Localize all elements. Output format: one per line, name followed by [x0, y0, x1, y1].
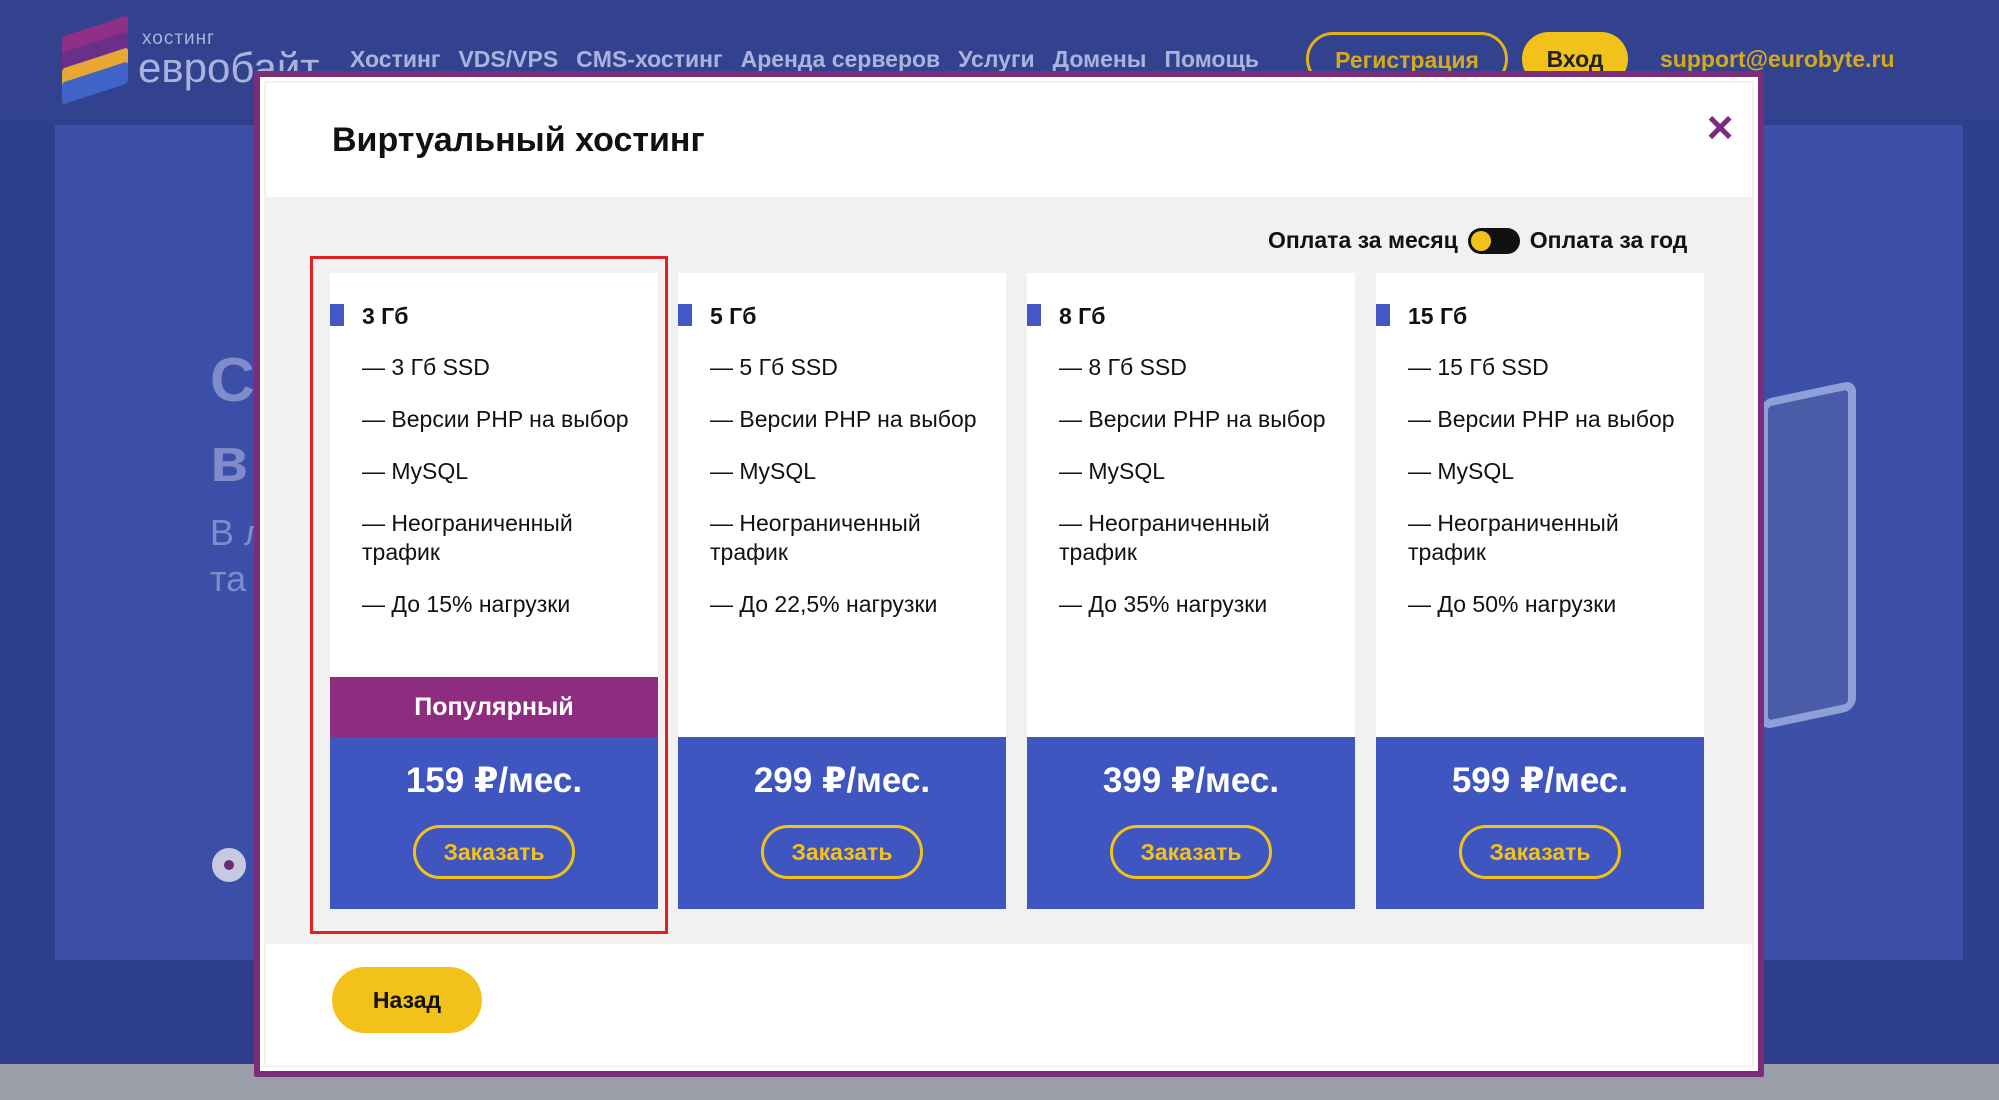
plan-marker-icon [678, 304, 692, 326]
plan-card: 5 Гб — 5 Гб SSD — Версии PHP на выбор — MyS… [678, 273, 1006, 909]
nav-item[interactable]: Помощь [1164, 46, 1259, 73]
plan-feature: — 8 Гб SSD [1059, 354, 1187, 380]
plan-price-block: 159 ₽/мес. Заказать [330, 737, 658, 909]
plan-price: 599 ₽/мес. [1451, 761, 1629, 800]
close-icon[interactable]: × [1700, 104, 1740, 150]
billing-period-switch: Оплата за месяц Оплата за год [1268, 227, 1687, 254]
plan-feature: — Версии PHP на выбор [1408, 406, 1675, 432]
plan-feature: — Неограниченный трафик [1059, 510, 1270, 565]
hero-text-line2: та [210, 558, 247, 599]
plan-card: 15 Гб — 15 Гб SSD — Версии PHP на выбор — M… [1376, 273, 1704, 909]
plan-marker-icon [330, 304, 344, 326]
order-button[interactable]: Заказать [413, 825, 575, 879]
nav-item[interactable]: Аренда серверов [741, 46, 941, 73]
plan-feature: — Неограниченный трафик [710, 510, 921, 565]
logo-icon[interactable] [62, 15, 134, 105]
popular-badge: Популярный [330, 677, 658, 737]
toggle-knob [1470, 230, 1491, 251]
nav-item[interactable]: Услуги [958, 46, 1034, 73]
plan-feature: — Версии PHP на выбор [710, 406, 977, 432]
back-button[interactable]: Назад [332, 967, 482, 1033]
main-nav: Хостинг VDS/VPS CMS-хостинг Аренда серверов… [350, 46, 1259, 73]
plan-name: 5 Гб [710, 303, 757, 329]
plan-marker-icon [1376, 304, 1390, 326]
modal-body: Оплата за месяц Оплата за год 3 Гб — 3 Гб… [264, 197, 1754, 944]
plan-cards: 3 Гб — 3 Гб SSD — Версии PHP на выбор — MyS… [330, 273, 1704, 909]
plan-name: 3 Гб [362, 303, 409, 329]
billing-year-label[interactable]: Оплата за год [1530, 227, 1688, 254]
plan-feature: — 3 Гб SSD [362, 354, 490, 380]
support-email-link[interactable]: support@eurobyte.ru [1660, 46, 1895, 73]
plan-feature: — MySQL [710, 458, 817, 484]
plan-price-block: 599 ₽/мес. Заказать [1376, 737, 1704, 909]
nav-item[interactable]: Домены [1053, 46, 1147, 73]
plan-features: — 15 Гб SSD — Версии PHP на выбор — MySQL —… [1408, 353, 1698, 642]
hero-heading-line2: в [210, 426, 249, 495]
plan-name: 8 Гб [1059, 303, 1106, 329]
plan-features: — 5 Гб SSD — Версии PHP на выбор — MySQL — … [710, 353, 1000, 642]
plan-features: — 3 Гб SSD — Версии PHP на выбор — MySQL — … [362, 353, 652, 642]
plan-feature: — До 35% нагрузки [1059, 591, 1268, 617]
plan-price-block: 399 ₽/мес. Заказать [1027, 737, 1355, 909]
plan-feature: — MySQL [362, 458, 469, 484]
laptop-illustration-icon [1760, 379, 1856, 731]
plan-feature: — 15 Гб SSD [1408, 354, 1549, 380]
plan-feature: — До 50% нагрузки [1408, 591, 1617, 617]
plan-feature: — MySQL [1408, 458, 1515, 484]
billing-toggle[interactable] [1467, 227, 1520, 254]
order-button[interactable]: Заказать [1110, 825, 1272, 879]
plan-feature: — Версии PHP на выбор [1059, 406, 1326, 432]
nav-item[interactable]: VDS/VPS [458, 46, 558, 73]
plan-price: 159 ₽/мес. [405, 761, 583, 800]
order-button[interactable]: Заказать [761, 825, 923, 879]
plan-feature: — До 22,5% нагрузки [710, 591, 938, 617]
plan-price: 299 ₽/мес. [753, 761, 931, 800]
slider-dot-icon[interactable] [212, 848, 246, 882]
plan-card: 8 Гб — 8 Гб SSD — Версии PHP на выбор — MyS… [1027, 273, 1355, 909]
plan-feature: — MySQL [1059, 458, 1166, 484]
nav-item[interactable]: CMS-хостинг [576, 46, 722, 73]
nav-item[interactable]: Хостинг [350, 46, 440, 73]
plan-price-block: 299 ₽/мес. Заказать [678, 737, 1006, 909]
plan-name: 15 Гб [1408, 303, 1468, 329]
order-button[interactable]: Заказать [1459, 825, 1621, 879]
modal-title: Виртуальный хостинг [332, 121, 705, 159]
plan-marker-icon [1027, 304, 1041, 326]
plan-feature: — Версии PHP на выбор [362, 406, 629, 432]
hero-heading-line1: С [210, 346, 255, 415]
plan-card: 3 Гб — 3 Гб SSD — Версии PHP на выбор — MyS… [330, 273, 658, 909]
plan-feature: — 5 Гб SSD [710, 354, 838, 380]
billing-month-label[interactable]: Оплата за месяц [1268, 227, 1458, 254]
plan-features: — 8 Гб SSD — Версии PHP на выбор — MySQL — … [1059, 353, 1349, 642]
plan-feature: — Неограниченный трафик [1408, 510, 1619, 565]
plan-feature: — Неограниченный трафик [362, 510, 573, 565]
plan-price: 399 ₽/мес. [1102, 761, 1280, 800]
plan-feature: — До 15% нагрузки [362, 591, 571, 617]
hosting-modal: Виртуальный хостинг × Оплата за месяц Оп… [254, 71, 1764, 1077]
